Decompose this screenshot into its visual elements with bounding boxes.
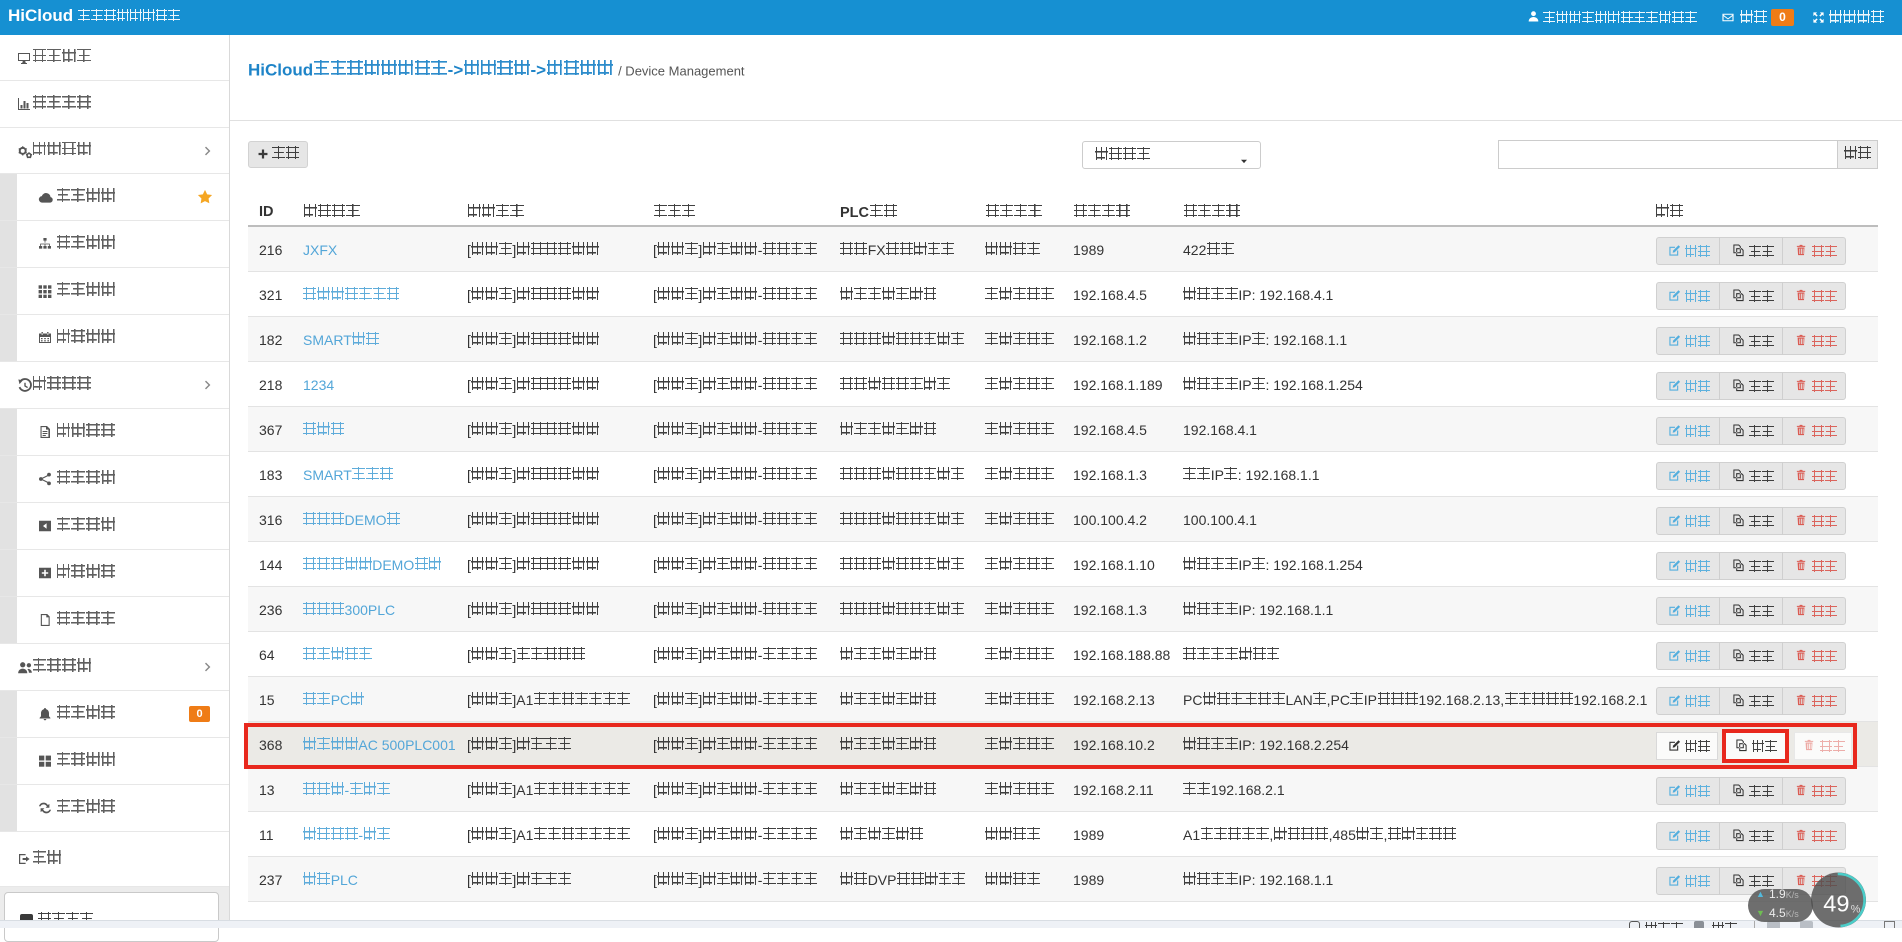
svg-text:49: 49 — [1823, 890, 1849, 916]
svg-text:%: % — [1851, 903, 1861, 915]
